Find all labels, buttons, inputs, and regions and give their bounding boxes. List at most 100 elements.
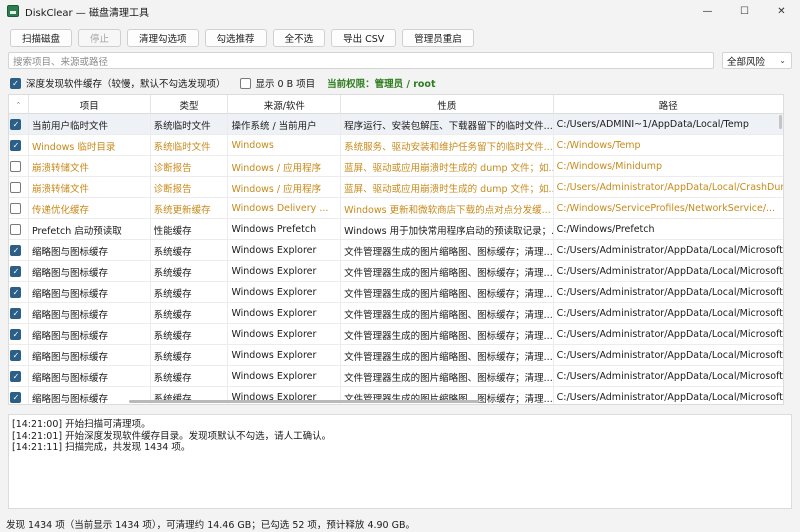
row-checkbox-cell[interactable]: ✓ <box>9 261 29 282</box>
clean-checked-button[interactable]: 清理勾选项 <box>127 29 199 47</box>
row-checkbox[interactable]: ✓ <box>10 140 22 151</box>
table-row[interactable]: ✓ 缩略图与图标缓存 系统缓存 Windows Explorer 文件管理器生成的图片缩… <box>9 324 783 345</box>
table-row[interactable]: ✓ 当前用户临时文件 系统临时文件 操作系统 / 当前用户 程序运行、安装包解压、下载器… <box>9 114 783 135</box>
row-checkbox[interactable]: ✓ <box>10 245 22 256</box>
cell-path: C:/Users/Administrator/AppData/Local/Mic… <box>556 245 784 256</box>
row-checkbox[interactable]: ✓ <box>10 119 22 130</box>
cell-source: Windows Explorer <box>228 324 342 345</box>
table-row[interactable]: ✓ Windows 临时目录 系统临时文件 Windows 系统服务、驱动安装和维护任务… <box>9 135 783 156</box>
cell-path: C:/Users/Administrator/AppData/Local/Mic… <box>556 329 784 340</box>
cell-nature: 文件管理器生成的图片缩略图、图标缓存；清理... <box>341 303 554 324</box>
table-row[interactable]: ✓ 缩略图与图标缓存 系统缓存 Windows Explorer 文件管理器生成的图片缩… <box>9 303 783 324</box>
row-checkbox-cell[interactable]: ✓ <box>9 387 29 404</box>
row-checkbox[interactable]: ✓ <box>10 266 22 277</box>
table-row[interactable]: ✓ 缩略图与图标缓存 系统缓存 Windows Explorer 文件管理器生成的图片缩… <box>9 345 783 366</box>
results-table: ⌃ 项目 类型 来源/软件 性质 路径 ✓ 当前用户临时文件 系统临时文件 操作系统 … <box>8 94 784 405</box>
deep-scan-label: 深度发现软件缓存（较慢，默认不勾选发现项） <box>26 79 226 90</box>
minimize-button[interactable]: — <box>689 0 726 22</box>
cell-source: Windows Prefetch <box>228 219 342 240</box>
table-row[interactable]: 崩溃转储文件 诊断报告 Windows / 应用程序 蓝屏、驱动或应用崩溃时生成的 d… <box>9 177 783 198</box>
row-checkbox-cell[interactable] <box>9 219 29 240</box>
cell-item: 缩略图与图标缓存 <box>29 345 151 366</box>
row-checkbox[interactable] <box>10 161 22 172</box>
cell-nature: 文件管理器生成的图片缩略图、图标缓存；清理... <box>341 282 554 303</box>
cell-nature: 蓝屏、驱动或应用崩溃时生成的 dump 文件；如... <box>341 177 554 198</box>
vertical-scrollbar[interactable] <box>779 115 782 129</box>
cell-path: C:/Windows/ServiceProfiles/NetworkServic… <box>556 203 776 214</box>
table-row[interactable]: Prefetch 启动预读取 性能缓存 Windows Prefetch Window… <box>9 219 783 240</box>
row-checkbox[interactable] <box>10 224 22 235</box>
row-checkbox-cell[interactable] <box>9 198 29 219</box>
row-checkbox-cell[interactable]: ✓ <box>9 303 29 324</box>
row-checkbox[interactable]: ✓ <box>10 392 22 403</box>
show-zero-option[interactable]: 显示 0 B 项目 <box>239 76 316 90</box>
row-checkbox-cell[interactable]: ✓ <box>9 324 29 345</box>
cell-nature: 文件管理器生成的图片缩略图、图标缓存；清理... <box>341 345 554 366</box>
row-checkbox-cell[interactable]: ✓ <box>9 114 29 135</box>
select-column-header[interactable]: ⌃ <box>9 95 29 114</box>
table-row[interactable]: ✓ 缩略图与图标缓存 系统缓存 Windows Explorer 文件管理器生成的图片缩… <box>9 282 783 303</box>
table-row[interactable]: 崩溃转储文件 诊断报告 Windows / 应用程序 蓝屏、驱动或应用崩溃时生成的 d… <box>9 156 783 177</box>
uncheck-all-button[interactable]: 全不选 <box>272 29 326 47</box>
cell-source: Windows Explorer <box>228 282 342 303</box>
cell-path: C:/Users/Administrator/AppData/Local/Mic… <box>556 287 784 298</box>
risk-filter-select[interactable]: 全部风险 ⌄ <box>722 52 792 69</box>
row-checkbox[interactable] <box>10 182 22 193</box>
export-csv-button[interactable]: 导出 CSV <box>331 29 397 47</box>
chevron-down-icon: ⌄ <box>779 56 786 65</box>
close-button[interactable]: ✕ <box>763 0 800 22</box>
scan-disk-button[interactable]: 扫描磁盘 <box>10 29 73 47</box>
row-checkbox-cell[interactable]: ✓ <box>9 366 29 387</box>
check-recommended-button[interactable]: 勾选推荐 <box>204 29 267 47</box>
search-input[interactable]: 搜索项目、来源或路径 <box>8 52 714 69</box>
deep-scan-checkbox[interactable]: ✓ <box>10 77 21 89</box>
column-header-nature[interactable]: 性质 <box>341 95 554 114</box>
cell-type: 诊断报告 <box>151 177 229 198</box>
row-checkbox-cell[interactable]: ✓ <box>9 135 29 156</box>
column-header-path[interactable]: 路径 <box>554 95 783 114</box>
row-checkbox[interactable]: ✓ <box>10 287 22 298</box>
column-header-source[interactable]: 来源/软件 <box>228 95 342 114</box>
row-checkbox-cell[interactable]: ✓ <box>9 282 29 303</box>
row-checkbox[interactable] <box>10 203 22 214</box>
cell-type: 系统缓存 <box>151 261 229 282</box>
maximize-button[interactable]: ☐ <box>726 0 763 22</box>
permission-status: 当前权限：管理员 / root <box>327 79 436 90</box>
row-checkbox-cell[interactable]: ✓ <box>9 240 29 261</box>
table-row[interactable]: ✓ 缩略图与图标缓存 系统缓存 Windows Explorer 文件管理器生成的图片缩… <box>9 240 783 261</box>
cell-item: 崩溃转储文件 <box>29 156 151 177</box>
column-header-item[interactable]: 项目 <box>29 95 151 114</box>
deep-scan-option[interactable]: ✓ 深度发现软件缓存（较慢，默认不勾选发现项） <box>10 76 226 90</box>
cell-nature: 程序运行、安装包解压、下载器留下的临时文件... <box>341 114 554 135</box>
admin-restart-button[interactable]: 管理员重启 <box>402 29 474 47</box>
cell-nature: Windows 用于加快常用程序启动的预读取记录；... <box>341 219 554 240</box>
risk-filter-value: 全部风险 <box>727 56 766 68</box>
cell-type: 系统缓存 <box>151 324 229 345</box>
cell-type: 系统临时文件 <box>151 114 229 135</box>
row-checkbox[interactable]: ✓ <box>10 371 22 382</box>
cell-nature: 文件管理器生成的图片缩略图、图标缓存；清理... <box>341 240 554 261</box>
log-line: [14:21:00] 开始扫描可清理项。 <box>12 419 151 430</box>
cell-item: 缩略图与图标缓存 <box>29 303 151 324</box>
show-zero-label: 显示 0 B 项目 <box>255 79 316 90</box>
row-checkbox[interactable]: ✓ <box>10 350 22 361</box>
row-checkbox-cell[interactable] <box>9 156 29 177</box>
table-row[interactable]: ✓ 缩略图与图标缓存 系统缓存 Windows Explorer 文件管理器生成的图片缩… <box>9 366 783 387</box>
sort-indicator-icon: ⌃ <box>15 100 22 109</box>
cell-type: 系统更新缓存 <box>151 198 229 219</box>
stop-button[interactable]: 停止 <box>78 29 122 47</box>
row-checkbox-cell[interactable] <box>9 177 29 198</box>
row-checkbox-cell[interactable]: ✓ <box>9 345 29 366</box>
table-row[interactable]: 传递优化缓存 系统更新缓存 Windows Delivery ... Windows … <box>9 198 783 219</box>
cell-source: Windows Explorer <box>228 240 342 261</box>
row-checkbox[interactable]: ✓ <box>10 329 22 340</box>
cell-nature: 文件管理器生成的图片缩略图、图标缓存；清理... <box>341 261 554 282</box>
show-zero-checkbox[interactable] <box>239 77 251 89</box>
cell-item: 缩略图与图标缓存 <box>29 324 151 345</box>
row-checkbox[interactable]: ✓ <box>10 308 22 319</box>
table-row[interactable]: ✓ 缩略图与图标缓存 系统缓存 Windows Explorer 文件管理器生成的图片缩… <box>9 261 783 282</box>
horizontal-scrollbar[interactable] <box>129 400 479 403</box>
title-bar: DiskClear — 磁盘清理工具 — ☐ ✕ <box>0 0 800 22</box>
log-panel: [14:21:00] 开始扫描可清理项。 [14:21:01] 开始深度发现软件… <box>8 414 792 509</box>
column-header-type[interactable]: 类型 <box>151 95 229 114</box>
